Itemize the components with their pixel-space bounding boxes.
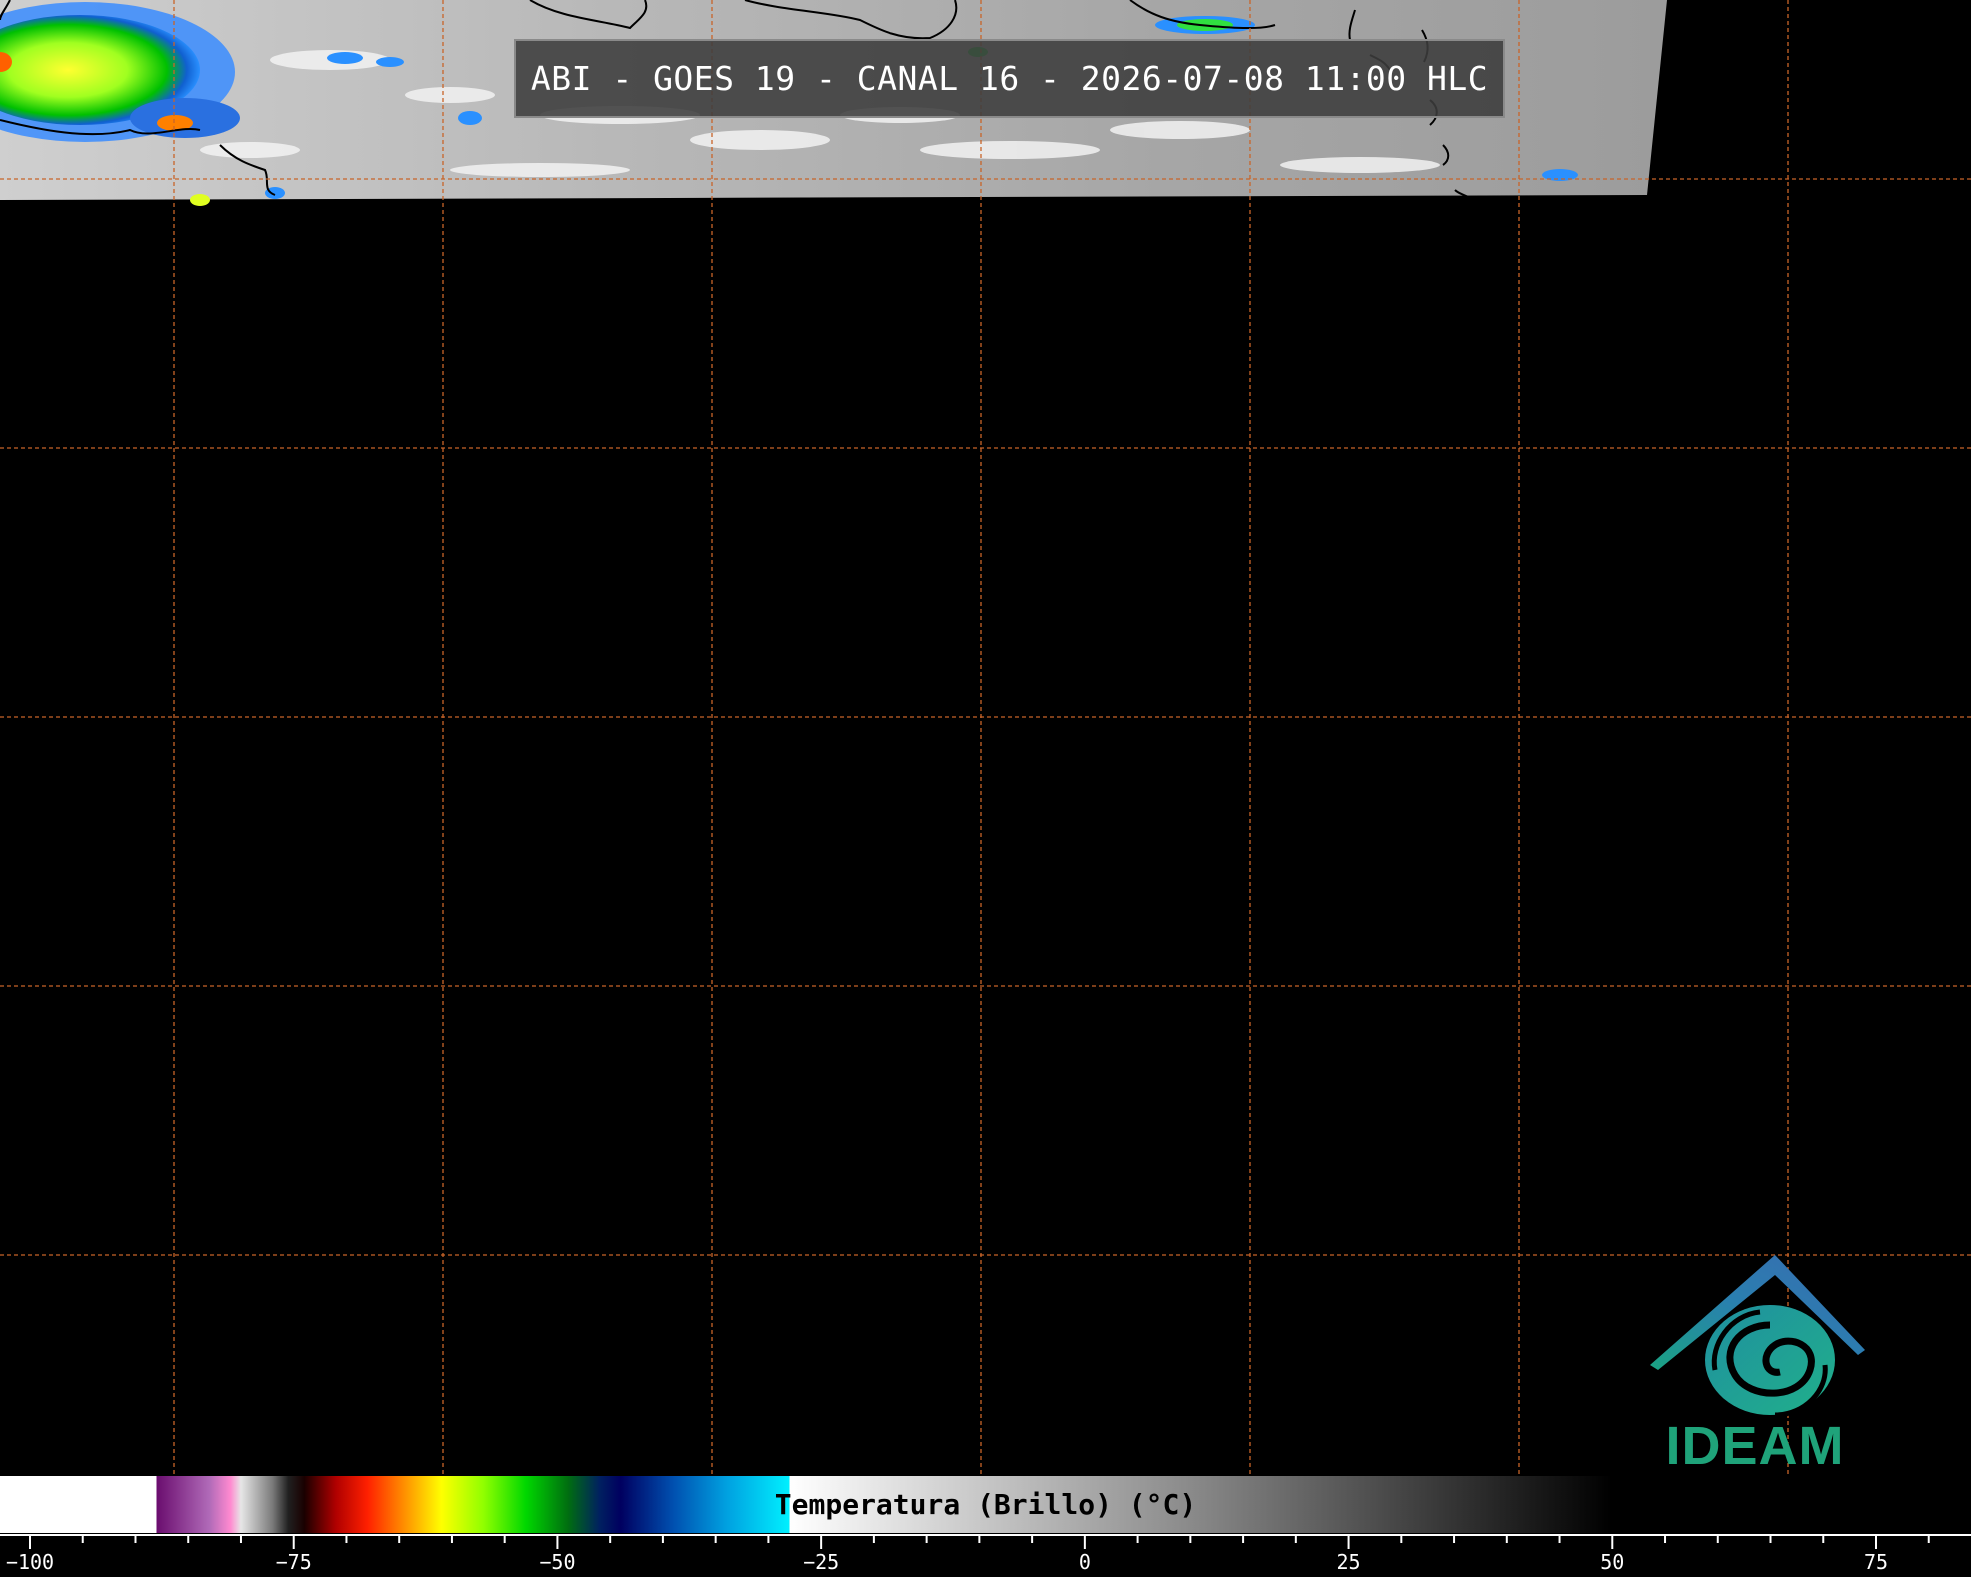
colorbar-tick-label: 75 [1863,1550,1889,1574]
colorbar-tick-label: 50 [1600,1550,1625,1574]
colorbar-tick-label: −75 [275,1550,312,1574]
temperature-colorbar [0,1476,1971,1533]
image-title: ABI - GOES 19 - CANAL 16 - 2026-07-08 11… [514,39,1505,118]
colorbar-tick-label: −100 [5,1550,55,1574]
colorbar-tick-label: −50 [539,1550,576,1574]
colorbar-tick-label: 25 [1336,1550,1361,1574]
satellite-image-viewer: ABI - GOES 19 - CANAL 16 - 2026-07-08 11… [0,0,1971,1577]
colorbar-tick-label: −25 [803,1550,840,1574]
colorbar-tick-label: 0 [1078,1550,1091,1574]
ideam-logo-text: IDEAM [1665,1416,1845,1476]
